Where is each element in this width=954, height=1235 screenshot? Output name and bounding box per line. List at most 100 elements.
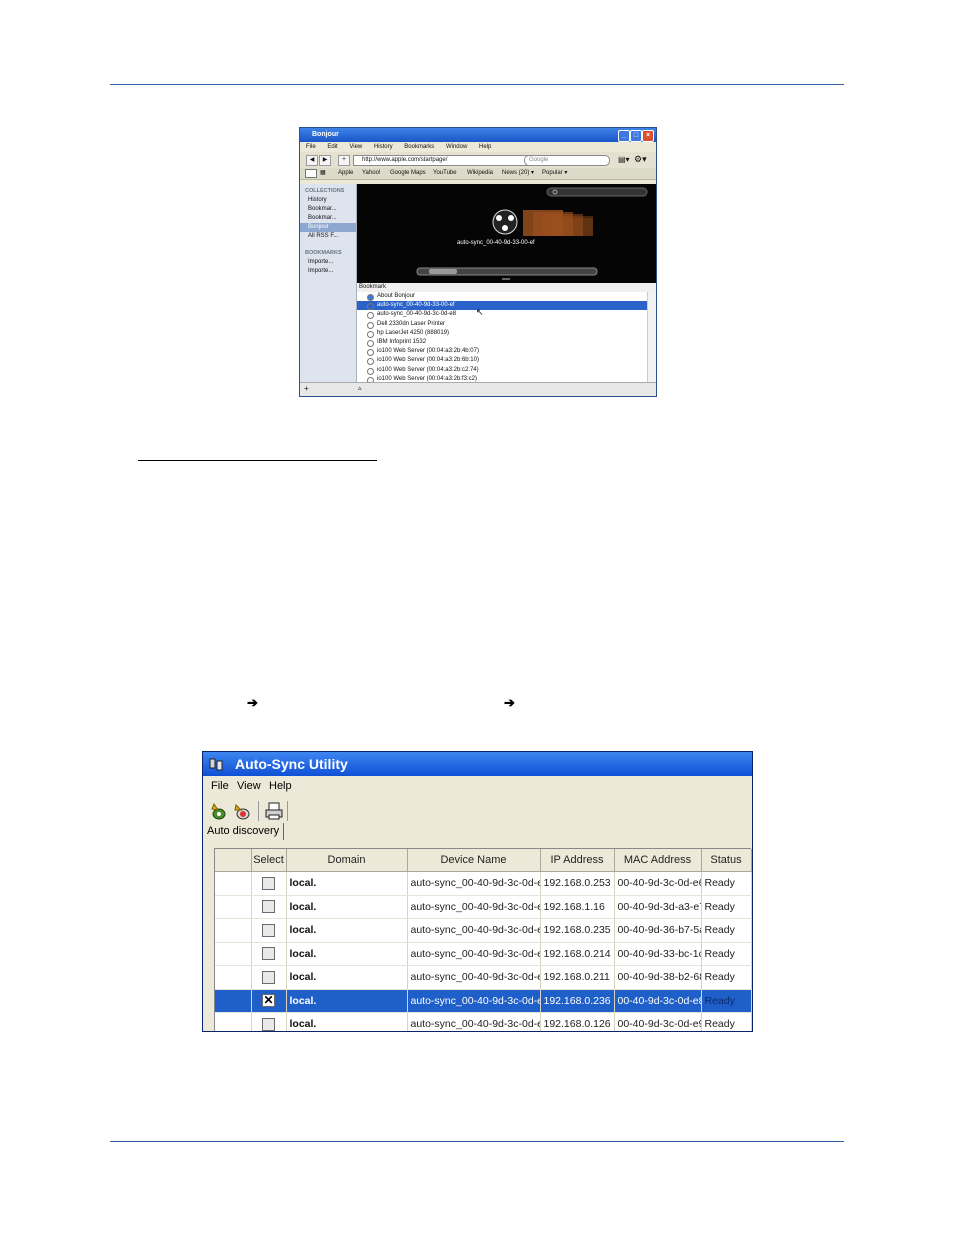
row-selector[interactable] [215, 918, 252, 943]
select-checkbox[interactable] [262, 970, 275, 984]
safari-menu-edit[interactable]: Edit [327, 144, 337, 150]
device-name-cell: auto-sync_00-40-9d-3c-0d-e [407, 895, 541, 919]
select-checkbox[interactable] [262, 1017, 275, 1031]
select-checkbox[interactable] [262, 947, 275, 961]
table-row[interactable]: local. auto-sync_00-40-9d-3c-0d-e 192.16… [215, 895, 752, 919]
discover-devices-icon[interactable] [208, 800, 230, 822]
safari-menu-help[interactable]: Help [479, 144, 491, 150]
safari-menu-file[interactable]: File [306, 144, 316, 150]
add-bookmark-icon[interactable]: + [338, 155, 350, 166]
bookmark-popular[interactable]: Popular ▾ [542, 168, 567, 179]
column-header-device-name[interactable]: Device Name [407, 849, 541, 872]
bonjour-icon [367, 339, 374, 347]
column-header-select[interactable]: Select [251, 849, 287, 872]
bookmark-youtube[interactable]: YouTube [433, 168, 457, 179]
table-row[interactable]: local. auto-sync_00-40-9d-3c-0d-e 192.16… [215, 871, 752, 896]
row-selector[interactable] [215, 989, 252, 1013]
safari-menu-history[interactable]: History [374, 144, 393, 150]
list-item[interactable]: io100 Web Server (00:04:a3:2b:6b:10) [357, 356, 647, 366]
table-row-selected[interactable]: ✕ local. auto-sync_00-40-9d-3c-0d-e 192.… [215, 989, 752, 1013]
table-row[interactable]: local. auto-sync_00-40-9d-3c-0d-e 192.16… [215, 965, 752, 990]
list-item[interactable]: hp LaserJet 4250 (888019) [357, 329, 647, 338]
row-selector[interactable] [215, 895, 252, 919]
show-bookmarks-icon[interactable] [305, 169, 317, 178]
safari-menu-window[interactable]: Window [446, 144, 467, 150]
list-item[interactable]: io100 Web Server (00:04:a3:2b:4b:07) [357, 347, 647, 357]
column-header-status[interactable]: Status [701, 849, 752, 872]
list-item[interactable]: Dell 2330dn Laser Printer [357, 320, 647, 329]
safari-statusbar: + ▵ [300, 382, 656, 396]
list-item[interactable]: IBM Infoprint 1532 [357, 338, 647, 347]
header-rule [110, 84, 844, 85]
google-search-field[interactable]: Google [524, 155, 610, 166]
table-row[interactable]: local. auto-sync_00-40-9d-3c-0d-e 192.16… [215, 918, 752, 943]
ip-address-cell: 192.168.0.236 [540, 989, 615, 1013]
top-sites-icon[interactable]: ▦ [320, 168, 326, 179]
address-bar[interactable]: http://www.apple.com/startpage/ [353, 155, 529, 166]
ip-address-cell: 192.168.1.16 [540, 895, 615, 919]
domain-cell: local. [286, 965, 408, 990]
row-selector[interactable] [215, 965, 252, 990]
select-checkbox[interactable] [262, 923, 275, 937]
asu-menu-help[interactable]: Help [269, 777, 292, 795]
mac-address-cell: 00-40-9d-36-b7-5a [614, 918, 702, 943]
column-header-row-selector[interactable] [215, 849, 252, 872]
sidebar-item-bonjour[interactable]: Bonjour [300, 223, 356, 232]
bookmark-apple[interactable]: Apple [338, 168, 353, 179]
sidebar-item-all-rss[interactable]: All RSS F... [300, 232, 356, 241]
minimize-icon[interactable]: _ [618, 130, 630, 142]
safari-menu-view[interactable]: View [349, 144, 362, 150]
tab-auto-discovery[interactable]: Auto discovery [207, 823, 285, 840]
page-menu-icon[interactable]: ▤▾ [618, 155, 630, 164]
status-cell: Ready [701, 1012, 752, 1031]
row-selector[interactable] [215, 1012, 252, 1031]
table-row[interactable]: local. auto-sync_00-40-9d-3c-0d-e 192.16… [215, 942, 752, 966]
bookmark-google-maps[interactable]: Google Maps [390, 168, 426, 179]
list-item[interactable]: auto-sync_00-40-9d-3c-0d-e8 [357, 310, 647, 320]
list-item[interactable]: io100 Web Server (00:04:a3:2b:c2:74) [357, 366, 647, 375]
status-cell: Ready [701, 942, 752, 966]
forward-icon[interactable]: ▶ [319, 155, 331, 166]
sidebar-item-imported-1[interactable]: Importe... [300, 258, 356, 267]
bookmark-wikipedia[interactable]: Wikipedia [467, 168, 493, 179]
back-icon[interactable]: ◀ [306, 155, 318, 166]
bookmark-yahoo[interactable]: Yahoo! [362, 168, 381, 179]
asu-toolbar [203, 797, 752, 825]
auto-sync-utility-window: Auto-Sync Utility File View Help Auto di… [202, 751, 753, 1032]
refresh-device-icon[interactable] [232, 800, 254, 822]
asu-menu-view[interactable]: View [237, 777, 261, 795]
list-item[interactable]: About Bonjour [357, 292, 647, 301]
safari-menu-bookmarks[interactable]: Bookmarks [404, 144, 434, 150]
sidebar-item-bookmarks-bar[interactable]: Bookmar... [300, 205, 356, 214]
cover-flow-view[interactable]: auto-sync_00-40-9d-33-00-ef [357, 184, 656, 283]
list-item[interactable]: io100 Web Server (00:04:a3:2b:f3:c2) [357, 375, 647, 382]
mac-address-cell: 00-40-9d-3d-a3-e7 [614, 895, 702, 919]
maximize-icon[interactable]: □ [630, 130, 642, 142]
add-collection-icon[interactable]: + [304, 384, 309, 393]
status-cell: Ready [701, 965, 752, 990]
column-header-ip-address[interactable]: IP Address [540, 849, 615, 872]
print-icon[interactable] [263, 800, 285, 822]
list-item[interactable]: auto-sync_00-40-9d-33-00-ef [357, 301, 647, 311]
menu-path-arrow-2: ➔ [504, 695, 515, 710]
table-row[interactable]: local. auto-sync_00-40-9d-3c-0d-e 192.16… [215, 1012, 752, 1031]
column-header-mac-address[interactable]: MAC Address [614, 849, 702, 872]
bonjour-icon [367, 312, 374, 320]
select-checkbox[interactable] [262, 900, 275, 914]
sidebar-item-imported-2[interactable]: Importe... [300, 267, 356, 276]
list-scrollbar[interactable] [647, 292, 656, 382]
select-checkbox[interactable]: ✕ [262, 993, 275, 1008]
column-header-domain[interactable]: Domain [286, 849, 408, 872]
sidebar-item-bookmarks-menu[interactable]: Bookmar... [300, 214, 356, 223]
close-icon[interactable]: × [642, 130, 654, 142]
sidebar-item-history[interactable]: History [300, 196, 356, 205]
resize-handle-icon[interactable]: ▵ [358, 384, 362, 392]
row-selector[interactable] [215, 871, 252, 896]
select-checkbox[interactable] [262, 876, 275, 890]
asu-menu-file[interactable]: File [211, 777, 229, 795]
bookmark-news[interactable]: News (20) ▾ [502, 168, 534, 179]
row-selector[interactable] [215, 942, 252, 966]
device-name-cell: auto-sync_00-40-9d-3c-0d-e [407, 942, 541, 966]
gear-icon[interactable]: ⚙▾ [634, 154, 647, 165]
mouse-cursor-icon: ↖ [476, 307, 484, 317]
